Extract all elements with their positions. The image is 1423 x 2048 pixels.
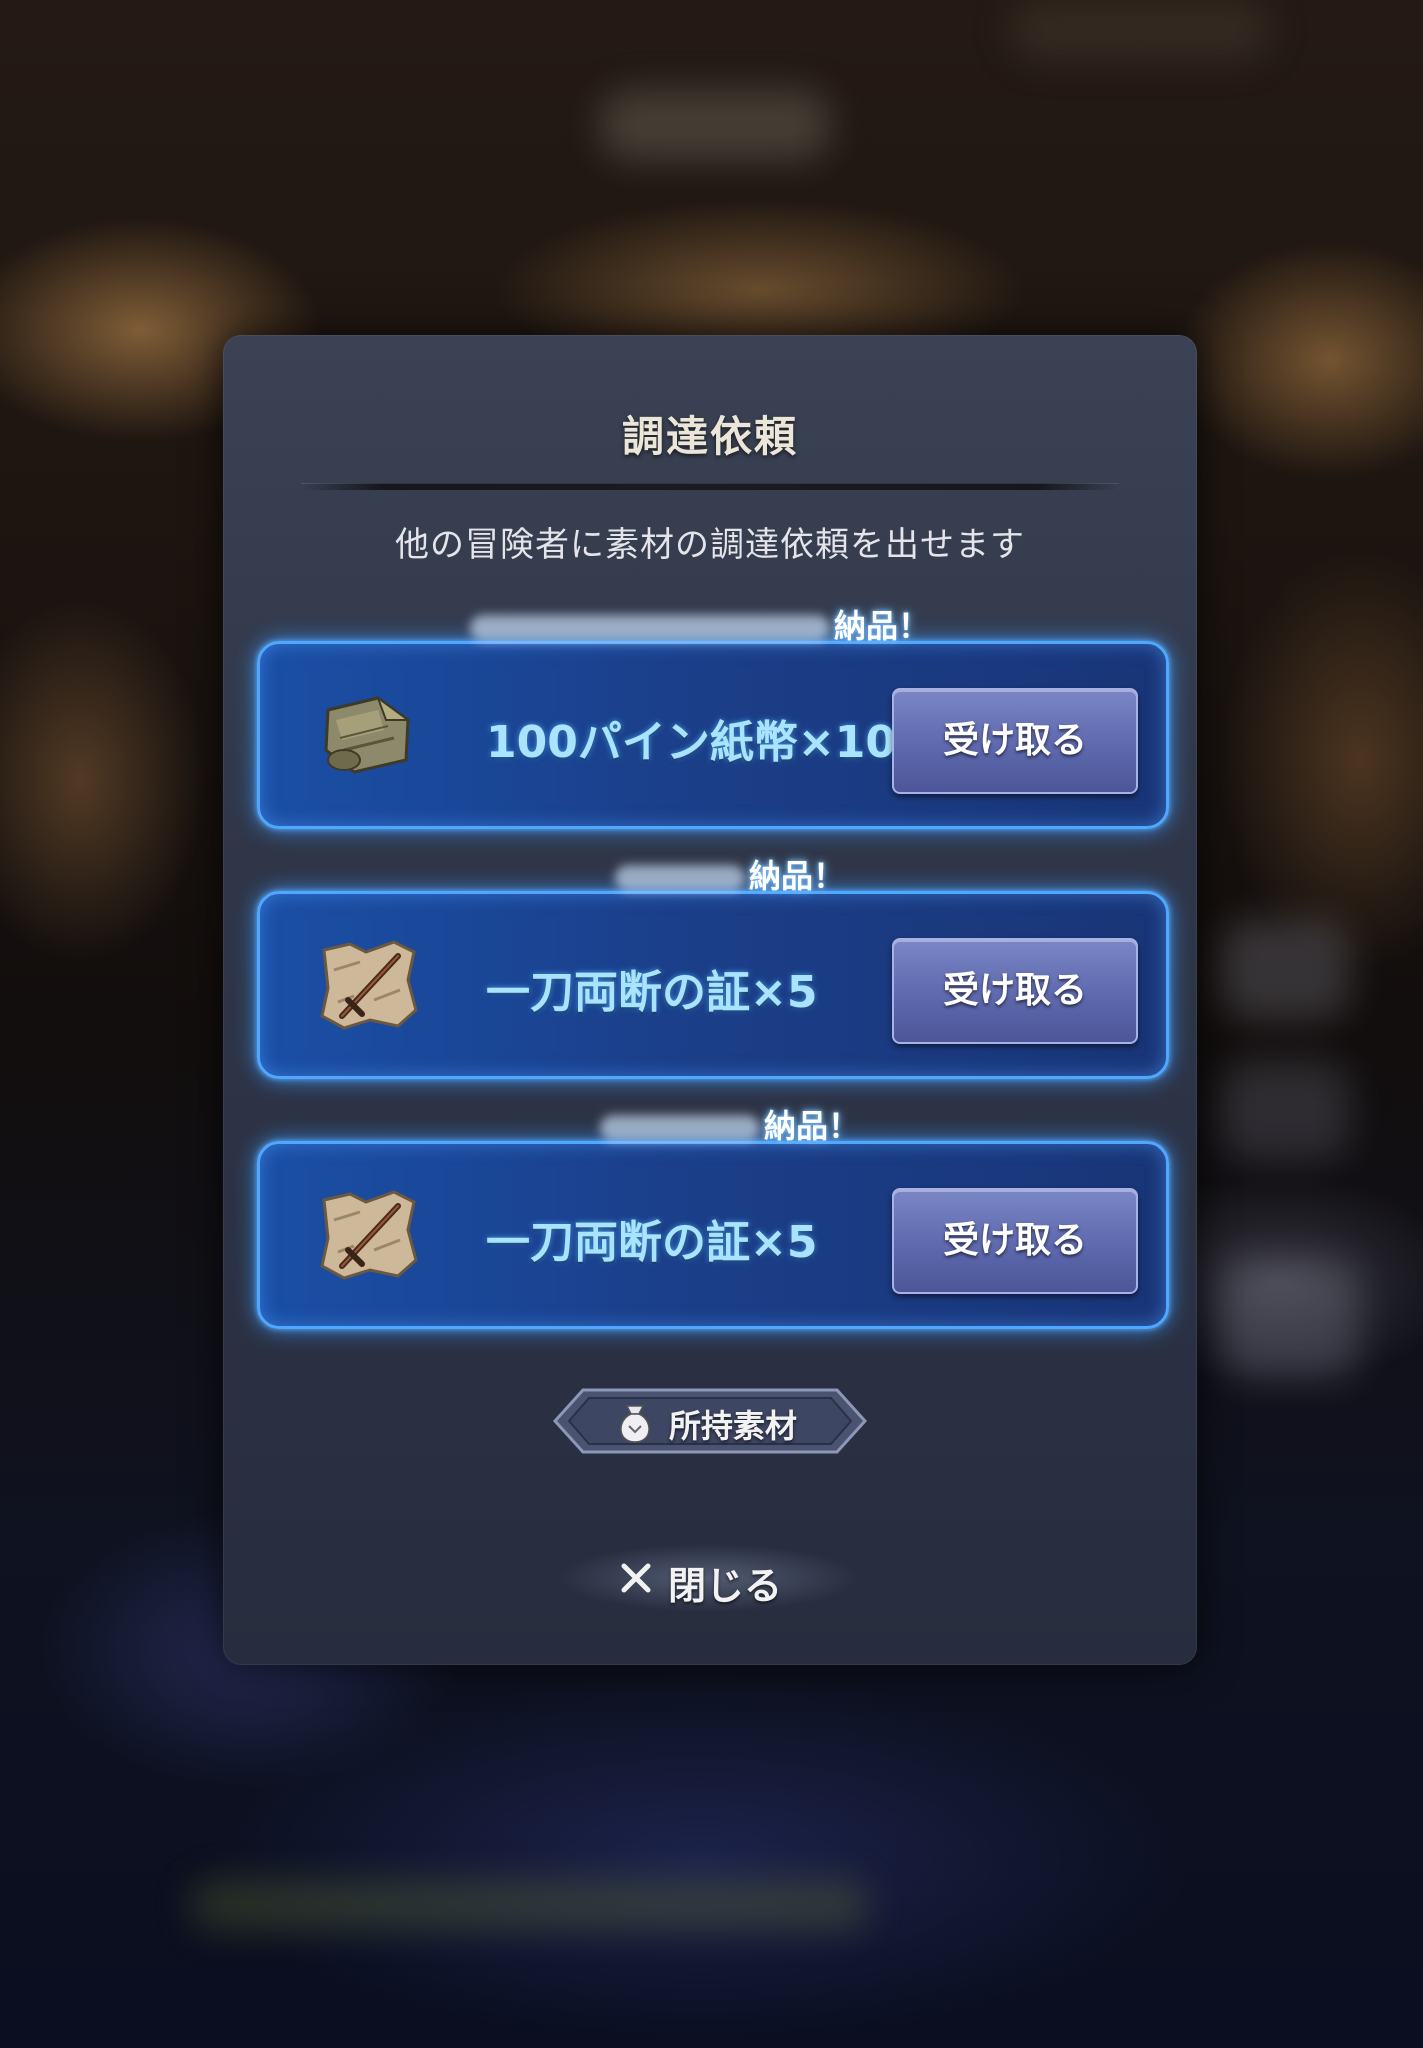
sword-map-icon	[320, 940, 418, 1030]
receive-button[interactable]: 受け取る	[892, 1188, 1138, 1294]
request-card: 納品！ 一刀両断の証×5 受け取る	[257, 1107, 1169, 1329]
delivery-tag: 納品！	[470, 606, 930, 646]
sword-map-icon	[320, 1190, 418, 1280]
background-blur-shape	[1220, 1060, 1350, 1160]
background-blur-shape	[1010, 0, 1270, 60]
delivery-tag: 納品！	[615, 856, 845, 896]
banknote-roll-icon	[324, 695, 412, 774]
close-label: 閉じる	[668, 1564, 783, 1608]
redacted-player-name	[470, 615, 830, 641]
procurement-dialog: 調達依頼 他の冒険者に素材の調達依頼を出せます 納品！ 100パイン紙幣×10 …	[223, 335, 1197, 1665]
request-card: 納品！ 100パイン紙幣×10 受け取る	[257, 607, 1169, 829]
close-icon	[621, 1563, 651, 1593]
redacted-player-name	[600, 1115, 760, 1141]
delivery-tag-text: 納品！	[834, 607, 931, 645]
item-name: 一刀両断の証×5	[486, 1217, 818, 1268]
owned-materials-button[interactable]: 所持素材	[553, 1388, 867, 1454]
bag-icon	[620, 1405, 650, 1443]
delivery-tag-text: 納品！	[764, 1107, 861, 1145]
receive-button[interactable]: 受け取る	[892, 688, 1138, 794]
owned-materials-label: 所持素材	[669, 1407, 798, 1445]
request-card: 納品！ 一刀両断の証×5 受け取る	[257, 857, 1169, 1079]
dialog-subtitle: 他の冒険者に素材の調達依頼を出せます	[395, 525, 1025, 565]
background-blur-shape	[1220, 920, 1350, 1020]
background-blur-shape	[190, 1880, 870, 1930]
background-blur-shape	[1220, 1260, 1360, 1380]
title-divider	[301, 483, 1119, 490]
close-button[interactable]: 閉じる	[558, 1543, 858, 1613]
dialog-title: 調達依頼	[621, 412, 798, 461]
delivery-tag-text: 納品！	[749, 857, 846, 895]
item-name: 一刀両断の証×5	[486, 967, 818, 1018]
item-name: 100パイン紙幣×10	[486, 717, 896, 768]
redacted-player-name	[615, 865, 745, 891]
delivery-tag: 納品！	[600, 1106, 860, 1146]
receive-button[interactable]: 受け取る	[892, 938, 1138, 1044]
background-blur-shape	[600, 90, 830, 160]
